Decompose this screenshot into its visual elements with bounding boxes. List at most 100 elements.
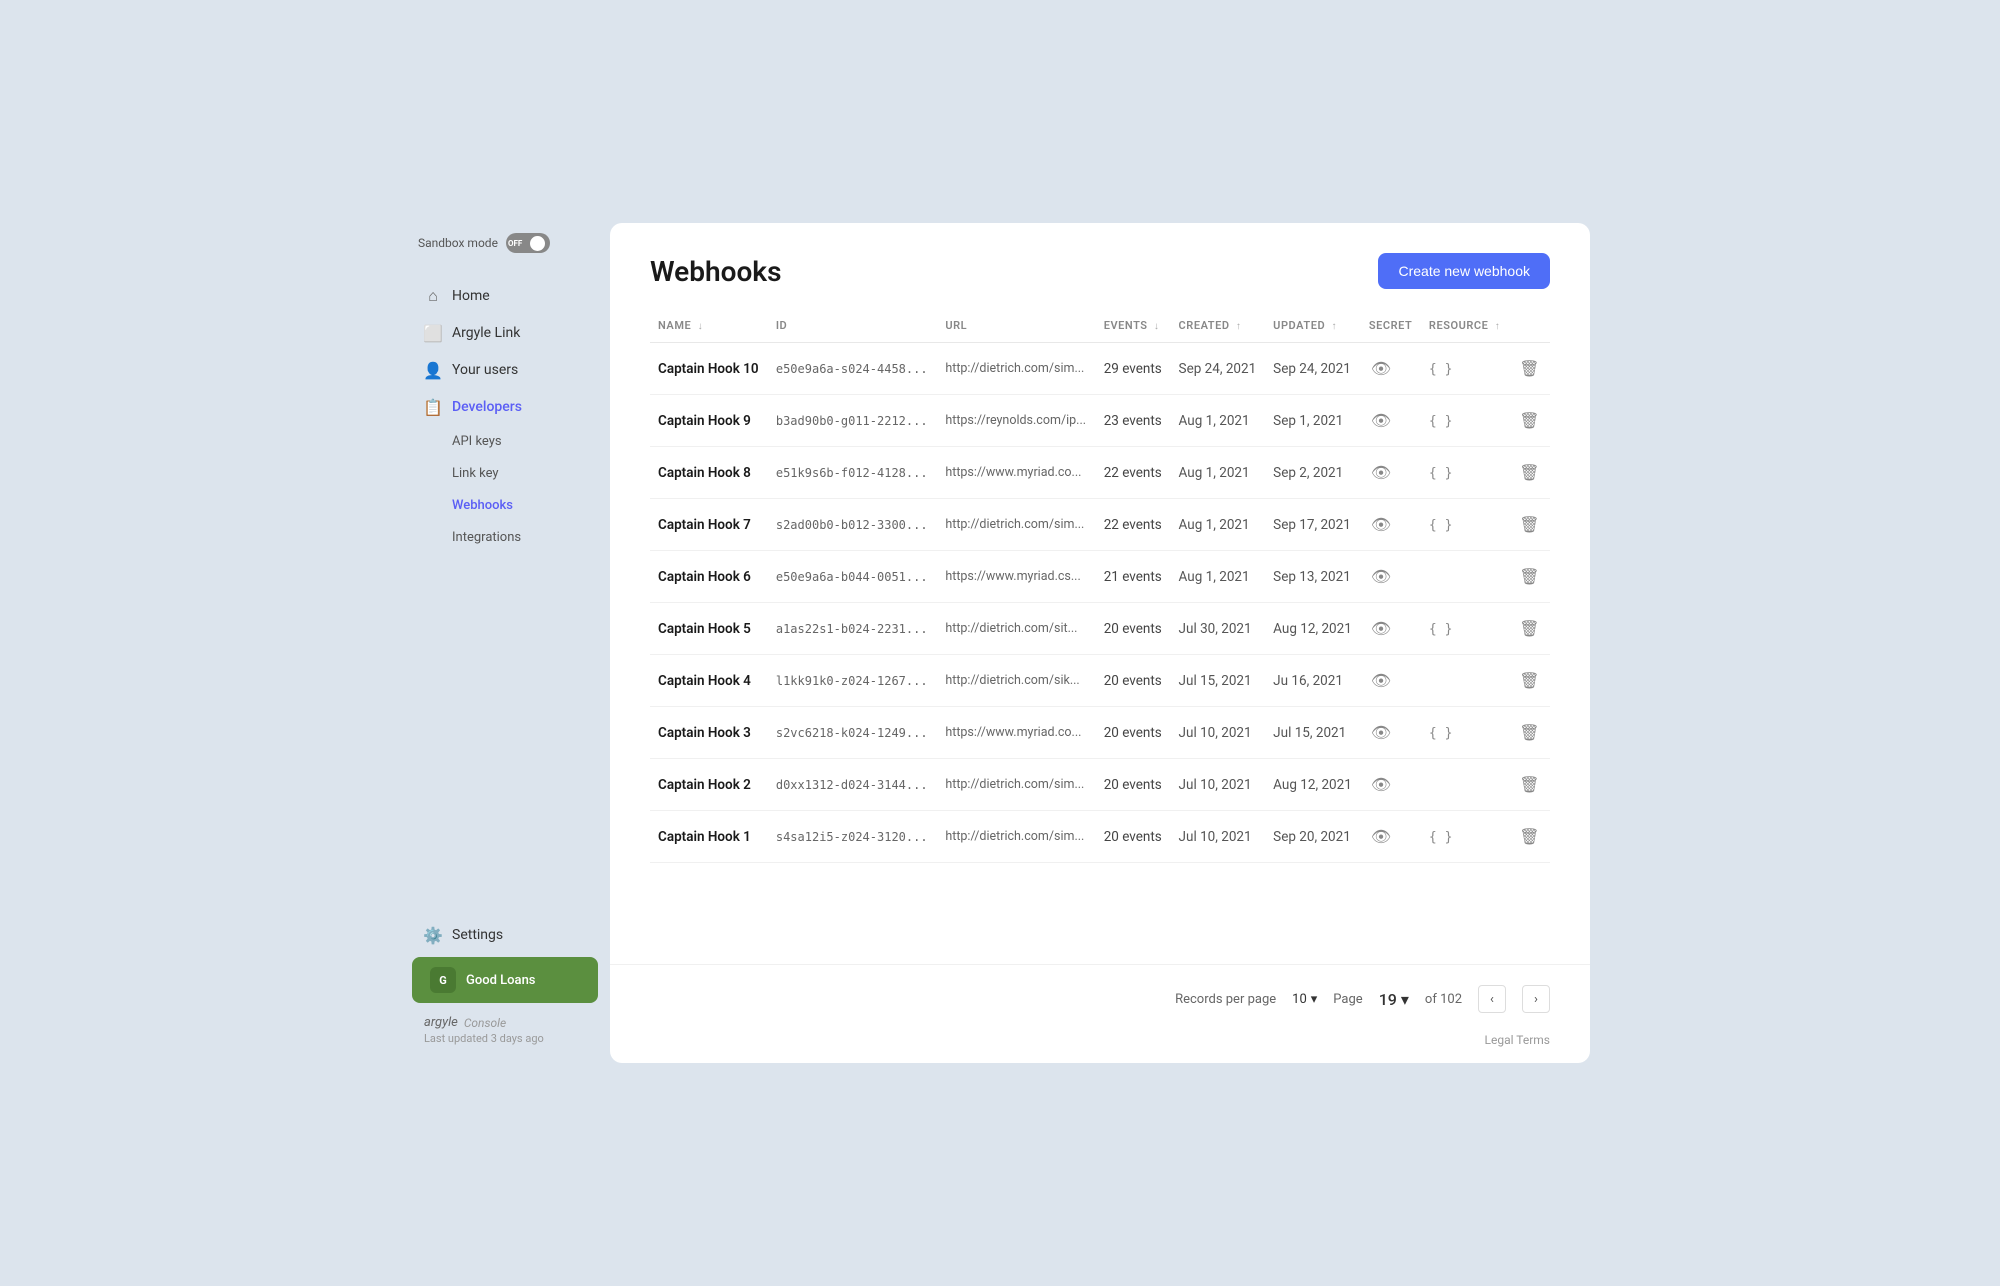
create-webhook-button[interactable]: Create new webhook — [1378, 253, 1550, 289]
page-number-select[interactable]: 19 ▾ — [1379, 990, 1409, 1009]
sidebar-item-your-users-label: Your users — [452, 362, 518, 378]
col-updated[interactable]: UPDATED ↑ — [1265, 309, 1361, 343]
delete-button[interactable]: 🗑 — [1517, 773, 1541, 796]
cell-name: Captain Hook 5 — [650, 603, 768, 655]
next-page-button[interactable]: › — [1522, 985, 1550, 1013]
delete-button[interactable]: 🗑 — [1517, 721, 1541, 744]
delete-button[interactable]: 🗑 — [1517, 669, 1541, 692]
view-secret-button[interactable]: 👁 — [1369, 669, 1393, 692]
sidebar-item-developers-label: Developers — [452, 399, 522, 415]
sidebar-item-argyle-link[interactable]: ⬜ Argyle Link — [406, 315, 604, 351]
cell-events: 20 events — [1096, 759, 1171, 811]
cell-url: http://dietrich.com/sim... — [937, 759, 1095, 811]
view-secret-button[interactable]: 👁 — [1369, 513, 1393, 536]
col-secret: SECRET — [1361, 309, 1421, 343]
settings-label: Settings — [452, 927, 503, 943]
view-secret-button[interactable]: 👁 — [1369, 825, 1393, 848]
sidebar-item-link-key[interactable]: Link key — [406, 458, 604, 489]
cell-events: 20 events — [1096, 707, 1171, 759]
cell-url: https://www.myriad.cs... — [937, 551, 1095, 603]
delete-button[interactable]: 🗑 — [1517, 565, 1541, 588]
sidebar-item-webhooks[interactable]: Webhooks — [406, 490, 604, 521]
cell-delete: 🗑 — [1509, 551, 1550, 603]
cell-created: Jul 10, 2021 — [1171, 707, 1266, 759]
sandbox-mode: Sandbox mode OFF — [400, 233, 610, 273]
cell-secret: 👁 — [1361, 707, 1421, 759]
main-header: Webhooks Create new webhook — [610, 223, 1590, 309]
cell-delete: 🗑 — [1509, 603, 1550, 655]
delete-button[interactable]: 🗑 — [1517, 617, 1541, 640]
cell-id: e50e9a6a-b044-0051... — [768, 551, 938, 603]
sidebar: Sandbox mode OFF ⌂ Home ⬜ Argyle Link 👤 … — [400, 213, 610, 1073]
view-secret-button[interactable]: 👁 — [1369, 617, 1393, 640]
col-name[interactable]: NAME ↓ — [650, 309, 768, 343]
cell-secret: 👁 — [1361, 811, 1421, 863]
view-secret-button[interactable]: 👁 — [1369, 357, 1393, 380]
resource-icon: { } — [1429, 518, 1452, 533]
cell-secret: 👁 — [1361, 447, 1421, 499]
delete-button[interactable]: 🗑 — [1517, 409, 1541, 432]
cell-updated: Sep 24, 2021 — [1265, 343, 1361, 395]
cell-delete: 🗑 — [1509, 707, 1550, 759]
col-events[interactable]: EVENTS ↓ — [1096, 309, 1171, 343]
main-content: Webhooks Create new webhook NAME ↓ ID — [610, 223, 1590, 1063]
cell-name: Captain Hook 1 — [650, 811, 768, 863]
view-secret-button[interactable]: 👁 — [1369, 409, 1393, 432]
cell-secret: 👁 — [1361, 499, 1421, 551]
total-pages: of 102 — [1425, 992, 1462, 1007]
cell-name: Captain Hook 8 — [650, 447, 768, 499]
col-created[interactable]: CREATED ↑ — [1171, 309, 1266, 343]
legal-terms[interactable]: Legal Terms — [610, 1033, 1590, 1063]
cell-created: Sep 24, 2021 — [1171, 343, 1266, 395]
cell-delete: 🗑 — [1509, 759, 1550, 811]
per-page-select[interactable]: 10 ▾ — [1292, 992, 1317, 1007]
table-row: Captain Hook 8 e51k9s6b-f012-4128... htt… — [650, 447, 1550, 499]
delete-button[interactable]: 🗑 — [1517, 825, 1541, 848]
sidebar-item-api-keys[interactable]: API keys — [406, 426, 604, 457]
created-sort-icon: ↑ — [1236, 321, 1242, 332]
developers-icon: 📋 — [424, 398, 442, 416]
sidebar-item-your-users[interactable]: 👤 Your users — [406, 352, 604, 388]
cell-resource: { } — [1421, 603, 1509, 655]
cell-delete: 🗑 — [1509, 811, 1550, 863]
last-updated: Last updated 3 days ago — [424, 1032, 586, 1045]
cell-updated: Sep 17, 2021 — [1265, 499, 1361, 551]
page-title: Webhooks — [650, 255, 781, 288]
cell-id: s4sa12i5-z024-3120... — [768, 811, 938, 863]
cell-secret: 👁 — [1361, 343, 1421, 395]
current-page: 19 — [1379, 990, 1397, 1009]
sidebar-item-integrations[interactable]: Integrations — [406, 522, 604, 553]
cell-resource — [1421, 551, 1509, 603]
view-secret-button[interactable]: 👁 — [1369, 721, 1393, 744]
cell-created: Jul 10, 2021 — [1171, 759, 1266, 811]
cell-resource — [1421, 655, 1509, 707]
delete-button[interactable]: 🗑 — [1517, 513, 1541, 536]
delete-button[interactable]: 🗑 — [1517, 461, 1541, 484]
settings-icon: ⚙️ — [424, 926, 442, 944]
cell-delete: 🗑 — [1509, 343, 1550, 395]
sidebar-item-settings[interactable]: ⚙️ Settings — [406, 917, 604, 953]
company-badge[interactable]: G Good Loans — [412, 957, 598, 1003]
sidebar-item-home[interactable]: ⌂ Home — [406, 278, 604, 314]
cell-delete: 🗑 — [1509, 499, 1550, 551]
view-secret-button[interactable]: 👁 — [1369, 773, 1393, 796]
cell-created: Jul 30, 2021 — [1171, 603, 1266, 655]
view-secret-button[interactable]: 👁 — [1369, 565, 1393, 588]
sidebar-item-developers[interactable]: 📋 Developers — [406, 389, 604, 425]
col-actions — [1509, 309, 1550, 343]
cell-url: http://dietrich.com/sim... — [937, 499, 1095, 551]
col-resource[interactable]: RESOURCE ↑ — [1421, 309, 1509, 343]
resource-sort-icon: ↑ — [1495, 321, 1501, 332]
company-name: Good Loans — [466, 973, 536, 988]
cell-resource: { } — [1421, 499, 1509, 551]
delete-button[interactable]: 🗑 — [1517, 357, 1541, 380]
resource-icon: { } — [1429, 362, 1452, 377]
toggle-off-label: OFF — [508, 239, 522, 248]
sandbox-toggle[interactable]: OFF — [506, 233, 550, 253]
cell-url: http://dietrich.com/sim... — [937, 343, 1095, 395]
prev-page-button[interactable]: ‹ — [1478, 985, 1506, 1013]
cell-updated: Sep 1, 2021 — [1265, 395, 1361, 447]
sidebar-item-argyle-link-label: Argyle Link — [452, 325, 520, 341]
cell-secret: 👁 — [1361, 655, 1421, 707]
view-secret-button[interactable]: 👁 — [1369, 461, 1393, 484]
